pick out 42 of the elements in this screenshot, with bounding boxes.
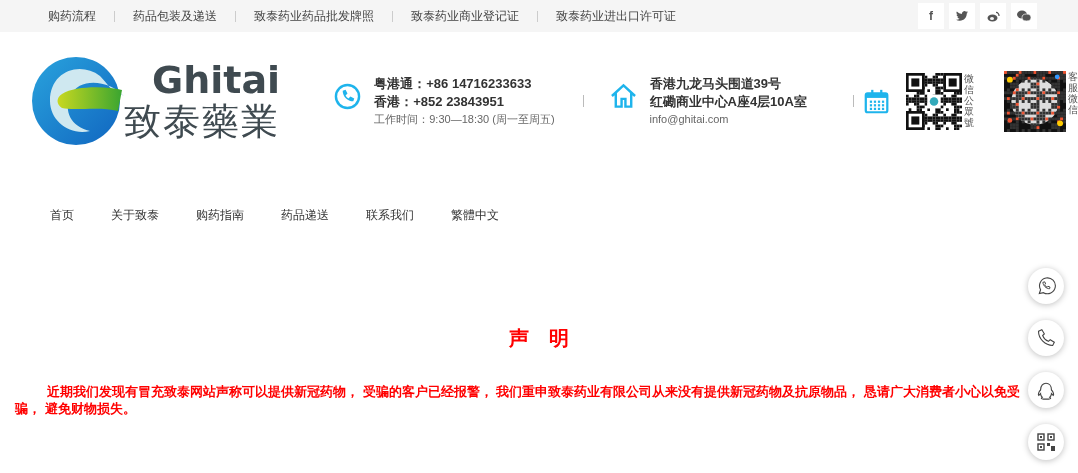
qr-button[interactable] <box>1028 424 1064 460</box>
twitter-button[interactable] <box>949 3 975 29</box>
facebook-button[interactable]: f <box>918 3 944 29</box>
nav-item[interactable]: 繁體中文 <box>451 207 499 224</box>
weibo-icon <box>986 10 1000 22</box>
wechat-icon <box>1017 10 1031 22</box>
phone-icon <box>1036 328 1056 348</box>
qq-button[interactable] <box>1028 372 1064 408</box>
phone-button[interactable] <box>1028 320 1064 356</box>
nav-item[interactable]: 关于致泰 <box>111 207 159 224</box>
whatsapp-button[interactable] <box>1028 268 1064 304</box>
top-link[interactable]: 致泰药业商业登记证 <box>411 7 519 25</box>
qr-code-icon <box>1004 70 1066 132</box>
top-link[interactable]: 致泰药业进出口许可证 <box>556 7 676 25</box>
qr-code-label: 微信公眾號 <box>964 72 974 128</box>
wechat-button[interactable] <box>1011 3 1037 29</box>
nav-item[interactable]: 购药指南 <box>196 207 244 224</box>
logo-name: Ghitai <box>152 59 281 102</box>
weibo-button[interactable] <box>980 3 1006 29</box>
address-line: 红磡商业中心A座4层10A室 <box>649 93 807 111</box>
top-link[interactable]: 致泰药业药品批发牌照 <box>254 7 374 25</box>
nav-item[interactable]: 首页 <box>50 207 74 224</box>
calendar-icon <box>863 87 889 115</box>
working-hours: 工作时间：9:30—18:30 (周一至周五) <box>374 112 555 127</box>
phone-number: 粤港通：+86 14716233633 <box>374 75 533 93</box>
top-link[interactable]: 药品包装及递送 <box>133 7 217 25</box>
nav-item[interactable]: 药品递送 <box>281 207 329 224</box>
address-line: 香港九龙马头围道39号 <box>649 75 782 93</box>
notice-text: 近期我们发现有冒充致泰网站声称可以提供新冠药物， 受骗的客户已经报警， 我们重申致泰药业有限公司从来没有提供新冠药物及抗原物品， 恳请广大消费者小心以免受骗， 避免财物损失。 <box>15 383 1021 417</box>
qr-code-icon <box>1037 433 1055 451</box>
whatsapp-icon <box>1036 276 1056 296</box>
phone-number: 香港：+852 23843951 <box>374 93 505 111</box>
qr-code-icon <box>906 72 962 130</box>
logo-subtitle: 致泰藥業 <box>124 101 281 143</box>
qr-code-label: 客服微信 <box>1068 70 1078 115</box>
phone-icon <box>334 83 362 110</box>
home-icon <box>609 83 637 109</box>
notice-title: 声 明 <box>509 328 569 348</box>
top-link[interactable]: 购药流程 <box>48 7 96 25</box>
nav-item[interactable]: 联系我们 <box>366 207 414 224</box>
email-address[interactable]: info@ghitai.com <box>649 111 807 127</box>
twitter-icon <box>956 11 968 21</box>
